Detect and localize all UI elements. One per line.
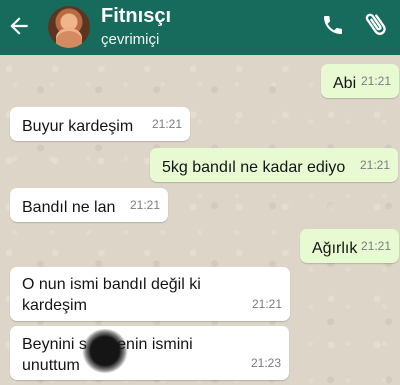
paperclip-icon[interactable]	[364, 10, 390, 40]
avatar[interactable]	[48, 6, 90, 48]
message-bubble-incoming[interactable]: Buyur kardeşim 21:21	[10, 107, 190, 141]
message-text: Buyur kardeşim	[22, 118, 134, 135]
chat-header: Fitnısçı çevrimiçi	[0, 0, 400, 55]
message-text: Bandıl ne lan	[22, 199, 116, 216]
message-bubble-outgoing[interactable]: Ağırlık 21:21	[300, 229, 399, 263]
message-text: Ağırlık	[312, 240, 358, 257]
message-time: 21:21	[359, 158, 390, 172]
message-bubble-outgoing[interactable]: 5kg bandıl ne kadar ediyo 21:21	[150, 148, 398, 182]
message-time: 21:21	[251, 297, 282, 311]
message-time: 21:21	[129, 198, 160, 212]
message-time: 21:21	[151, 117, 182, 131]
contact-name[interactable]: Fitnısçı	[101, 5, 171, 28]
message-bubble-incoming[interactable]: Bandıl ne lan 21:21	[10, 188, 168, 222]
message-bubble-incoming[interactable]: Beynini s m senin ismini unuttum 21:23	[10, 326, 289, 380]
censor-smudge	[82, 329, 128, 373]
message-time: 21:21	[360, 239, 391, 253]
message-time: 21:23	[250, 356, 281, 370]
contact-status: çevrimiçi	[101, 31, 160, 48]
message-time: 21:21	[360, 74, 391, 88]
message-text: 5kg bandıl ne kadar ediyo	[162, 159, 346, 176]
back-arrow-icon[interactable]	[6, 13, 32, 39]
message-text: Beynini s m senin ismini unuttum	[22, 336, 193, 374]
message-bubble-incoming[interactable]: O nun ismi bandıl değil ki kardeşim 21:2…	[10, 267, 290, 321]
phone-icon[interactable]	[321, 13, 345, 37]
message-text: Abi	[333, 75, 357, 92]
message-bubble-outgoing[interactable]: Abi 21:21	[321, 64, 399, 98]
message-text: O nun ismi bandıl değil ki kardeşim	[22, 276, 201, 314]
